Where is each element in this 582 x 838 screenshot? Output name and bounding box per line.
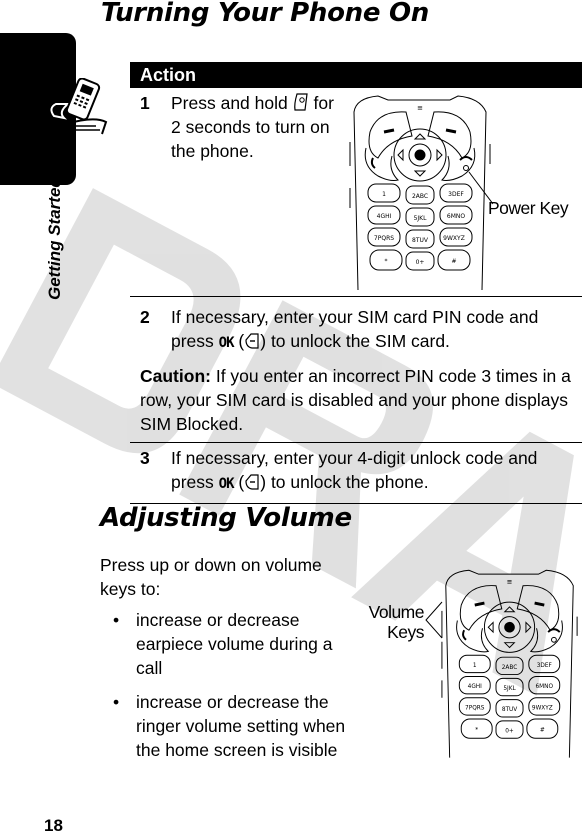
volume-bullet-list: • increase or decrease earpiece volume du… — [113, 608, 348, 772]
phone-with-motion-icon — [50, 78, 108, 135]
svg-text:5JKL: 5JKL — [414, 215, 428, 222]
svg-text:7PQRS: 7PQRS — [374, 235, 394, 242]
svg-text:5JKL: 5JKL — [503, 686, 516, 692]
left-soft-key-icon — [245, 333, 259, 349]
left-soft-key-icon — [245, 474, 259, 490]
volume-intro-text: Press up or down on volume keys to: — [100, 555, 322, 599]
table-header: Action — [130, 62, 582, 88]
svg-text:4GHI: 4GHI — [377, 213, 392, 220]
svg-text:1: 1 — [473, 663, 477, 669]
step-number: 3 — [140, 448, 150, 468]
svg-text:2ABC: 2ABC — [502, 665, 518, 671]
power-key-icon — [293, 93, 308, 111]
section-title-turning-on: Turning Your Phone On — [101, 0, 429, 28]
list-item: • increase or decrease the ringer volume … — [113, 692, 346, 760]
step-number: 1 — [140, 93, 150, 113]
caution-note: Caution: If you enter an incorrect PIN c… — [130, 364, 582, 442]
power-key-callout: Power Key — [488, 198, 569, 218]
section-side-label: Getting Started — [45, 177, 71, 310]
svg-text:0+: 0+ — [505, 728, 514, 734]
svg-text:8TUV: 8TUV — [502, 707, 517, 713]
svg-text:8TUV: 8TUV — [412, 237, 429, 244]
volume-keys-callout: Volume Keys — [368, 602, 425, 642]
svg-text:*: * — [475, 728, 478, 734]
svg-text:0+: 0+ — [416, 259, 425, 266]
svg-text:9WXYZ: 9WXYZ — [532, 705, 553, 711]
svg-text:7PQRS: 7PQRS — [465, 705, 485, 711]
svg-text:1: 1 — [382, 191, 386, 198]
bullet-icon: • — [113, 692, 120, 712]
section-title-adjusting-volume: Adjusting Volume — [100, 503, 352, 533]
table-row-step-3: 3 If necessary, enter your 4-digit unloc… — [130, 443, 582, 503]
svg-text:3DEF: 3DEF — [537, 663, 552, 669]
step-number: 2 — [140, 307, 150, 327]
svg-text:*: * — [385, 258, 388, 265]
side-label-text: Getting Started — [45, 177, 64, 300]
svg-text:≡: ≡ — [507, 578, 513, 586]
table-row-step-2: 2 If necessary, enter your SIM card PIN … — [130, 297, 582, 364]
bullet-icon: • — [113, 610, 120, 630]
ok-key-label: OK — [218, 476, 235, 492]
svg-text:#: # — [540, 728, 545, 734]
svg-text:9WXYZ: 9WXYZ — [443, 235, 465, 242]
step-text: If necessary, enter your 4-digit unlock … — [171, 448, 538, 492]
list-item: • increase or decrease earpiece volume du… — [113, 610, 333, 678]
ok-key-label: OK — [218, 335, 235, 351]
svg-text:6MNO: 6MNO — [536, 684, 554, 690]
svg-text:2ABC: 2ABC — [412, 193, 428, 200]
step-text: If necessary, enter your SIM card PIN co… — [171, 307, 539, 351]
phone-volume-illustration: 1 2ABC 3DEF 4GHI 5JKL 6MNO 7PQRS 8TUV 9WXYZ * 0… — [441, 569, 578, 758]
svg-text:#: # — [451, 258, 456, 265]
svg-text:3DEF: 3DEF — [448, 191, 464, 198]
step-text: Press and hold for 2 seconds to turn on … — [171, 93, 334, 161]
svg-text:≡: ≡ — [417, 104, 423, 112]
caution-label: Caution: — [140, 366, 211, 386]
svg-text:6MNO: 6MNO — [447, 213, 465, 220]
svg-text:4GHI: 4GHI — [468, 684, 483, 690]
page-number: 18 — [44, 816, 63, 835]
phone-keypad-illustration: 1 2ABC 3DEF 4GHI 5JKL 6MNO 7PQRS 8TUV 9WXYZ * 0… — [349, 95, 493, 290]
